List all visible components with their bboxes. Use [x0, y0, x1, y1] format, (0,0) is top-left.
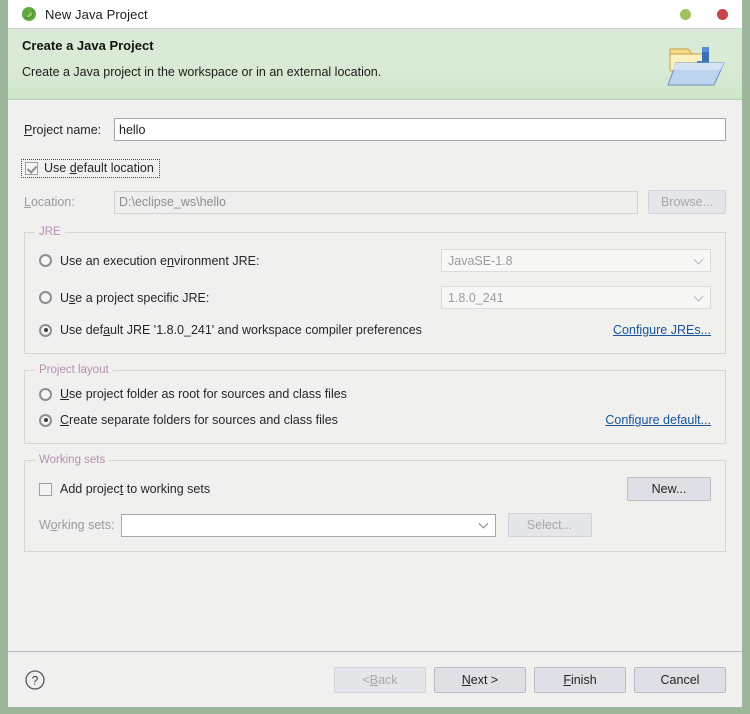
jre-project-specific-label: Use a project specific JRE:: [60, 290, 210, 305]
configure-jres-link[interactable]: Configure JREs...: [613, 323, 711, 337]
project-name-label: Project name:: [24, 122, 102, 137]
chevron-down-icon: [478, 518, 488, 529]
dialog-body: Project name: Use default location Locat…: [8, 100, 742, 651]
jre-execution-environment-combo[interactable]: JavaSE-1.8: [441, 249, 711, 272]
cancel-button[interactable]: Cancel: [634, 666, 726, 693]
jre-group: JRE Use an execution environment JRE: Ja…: [24, 226, 726, 354]
location-label: Location:: [24, 195, 75, 209]
jre-project-specific-radio[interactable]: [39, 291, 52, 304]
back-button[interactable]: < Back: [334, 666, 426, 693]
header-title: Create a Java Project: [22, 38, 154, 53]
jre-option-default: Use default JRE '1.8.0_241' and workspac…: [39, 323, 711, 337]
add-project-to-working-sets-label: Add project to working sets: [60, 482, 211, 496]
use-default-location-checkbox[interactable]: Use default location: [21, 159, 160, 178]
next-button[interactable]: Next >: [434, 666, 526, 693]
project-name-input[interactable]: [114, 118, 726, 141]
working-sets-group: Working sets Add project to working sets…: [24, 454, 726, 552]
layout-separate-folders-label: Create separate folders for sources and …: [60, 413, 338, 427]
layout-project-folder-radio[interactable]: [39, 387, 52, 401]
new-working-set-button[interactable]: New...: [627, 477, 711, 501]
location-row: Location: Browse...: [24, 190, 726, 214]
window-controls: [680, 0, 728, 28]
checkbox-box: [25, 161, 38, 175]
close-button[interactable]: [717, 8, 728, 20]
layout-option-separate-folders: Create separate folders for sources and …: [39, 413, 711, 427]
use-default-location-row: Use default location: [21, 159, 726, 178]
use-default-location-label: Use default location: [44, 161, 154, 175]
java-project-folder-icon: [666, 39, 728, 91]
header-subtitle: Create a Java project in the workspace o…: [22, 65, 382, 79]
browse-button[interactable]: Browse...: [648, 190, 726, 214]
jre-option-project-specific: Use a project specific JRE: 1.8.0_241: [39, 286, 711, 309]
jre-project-specific-combo[interactable]: 1.8.0_241: [441, 286, 711, 309]
project-name-row: Project name:: [24, 118, 726, 141]
combo-value: JavaSE-1.8: [448, 253, 513, 268]
footer-buttons: < Back Next > Finish Cancel: [334, 666, 726, 693]
finish-button[interactable]: Finish: [534, 666, 626, 693]
new-java-project-dialog: New Java Project Create a Java Project C…: [0, 0, 750, 714]
minimize-button[interactable]: [680, 8, 691, 20]
help-question-icon[interactable]: ?: [24, 669, 46, 691]
jre-default-label: Use default JRE '1.8.0_241' and workspac…: [60, 323, 422, 337]
java-project-icon: [21, 6, 37, 22]
layout-separate-folders-radio[interactable]: [39, 413, 52, 427]
layout-project-folder-label: Use project folder as root for sources a…: [60, 387, 347, 401]
title-bar: New Java Project: [8, 0, 742, 29]
jre-default-radio[interactable]: [39, 323, 52, 337]
svg-text:?: ?: [32, 673, 39, 687]
chevron-down-icon: [693, 291, 704, 302]
chevron-down-icon: [693, 254, 704, 265]
dialog-header: Create a Java Project Create a Java proj…: [8, 29, 742, 100]
project-layout-group-title: Project layout: [35, 364, 113, 376]
layout-option-project-folder: Use project folder as root for sources a…: [39, 387, 711, 401]
configure-default-link[interactable]: Configure default...: [605, 413, 711, 427]
working-sets-combo[interactable]: [120, 513, 496, 537]
combo-value: 1.8.0_241: [448, 290, 504, 305]
working-sets-add-row: Add project to working sets New...: [39, 477, 711, 501]
jre-execution-environment-radio[interactable]: [39, 254, 52, 267]
working-sets-select-row: Working sets: Select...: [39, 513, 711, 537]
add-project-to-working-sets-checkbox[interactable]: [39, 482, 52, 496]
working-sets-group-title: Working sets: [35, 454, 110, 466]
project-layout-group: Project layout Use project folder as roo…: [24, 364, 726, 444]
select-working-set-button[interactable]: Select...: [507, 513, 592, 537]
jre-execution-environment-label: Use an execution environment JRE:: [60, 253, 260, 268]
jre-option-execution-environment: Use an execution environment JRE: JavaSE…: [39, 249, 711, 272]
working-sets-label: Working sets:: [39, 518, 115, 532]
dialog-footer: ? < Back Next > Finish Cancel: [8, 651, 742, 707]
location-input[interactable]: [114, 190, 638, 214]
jre-group-title: JRE: [35, 226, 65, 238]
window-title: New Java Project: [45, 6, 148, 22]
